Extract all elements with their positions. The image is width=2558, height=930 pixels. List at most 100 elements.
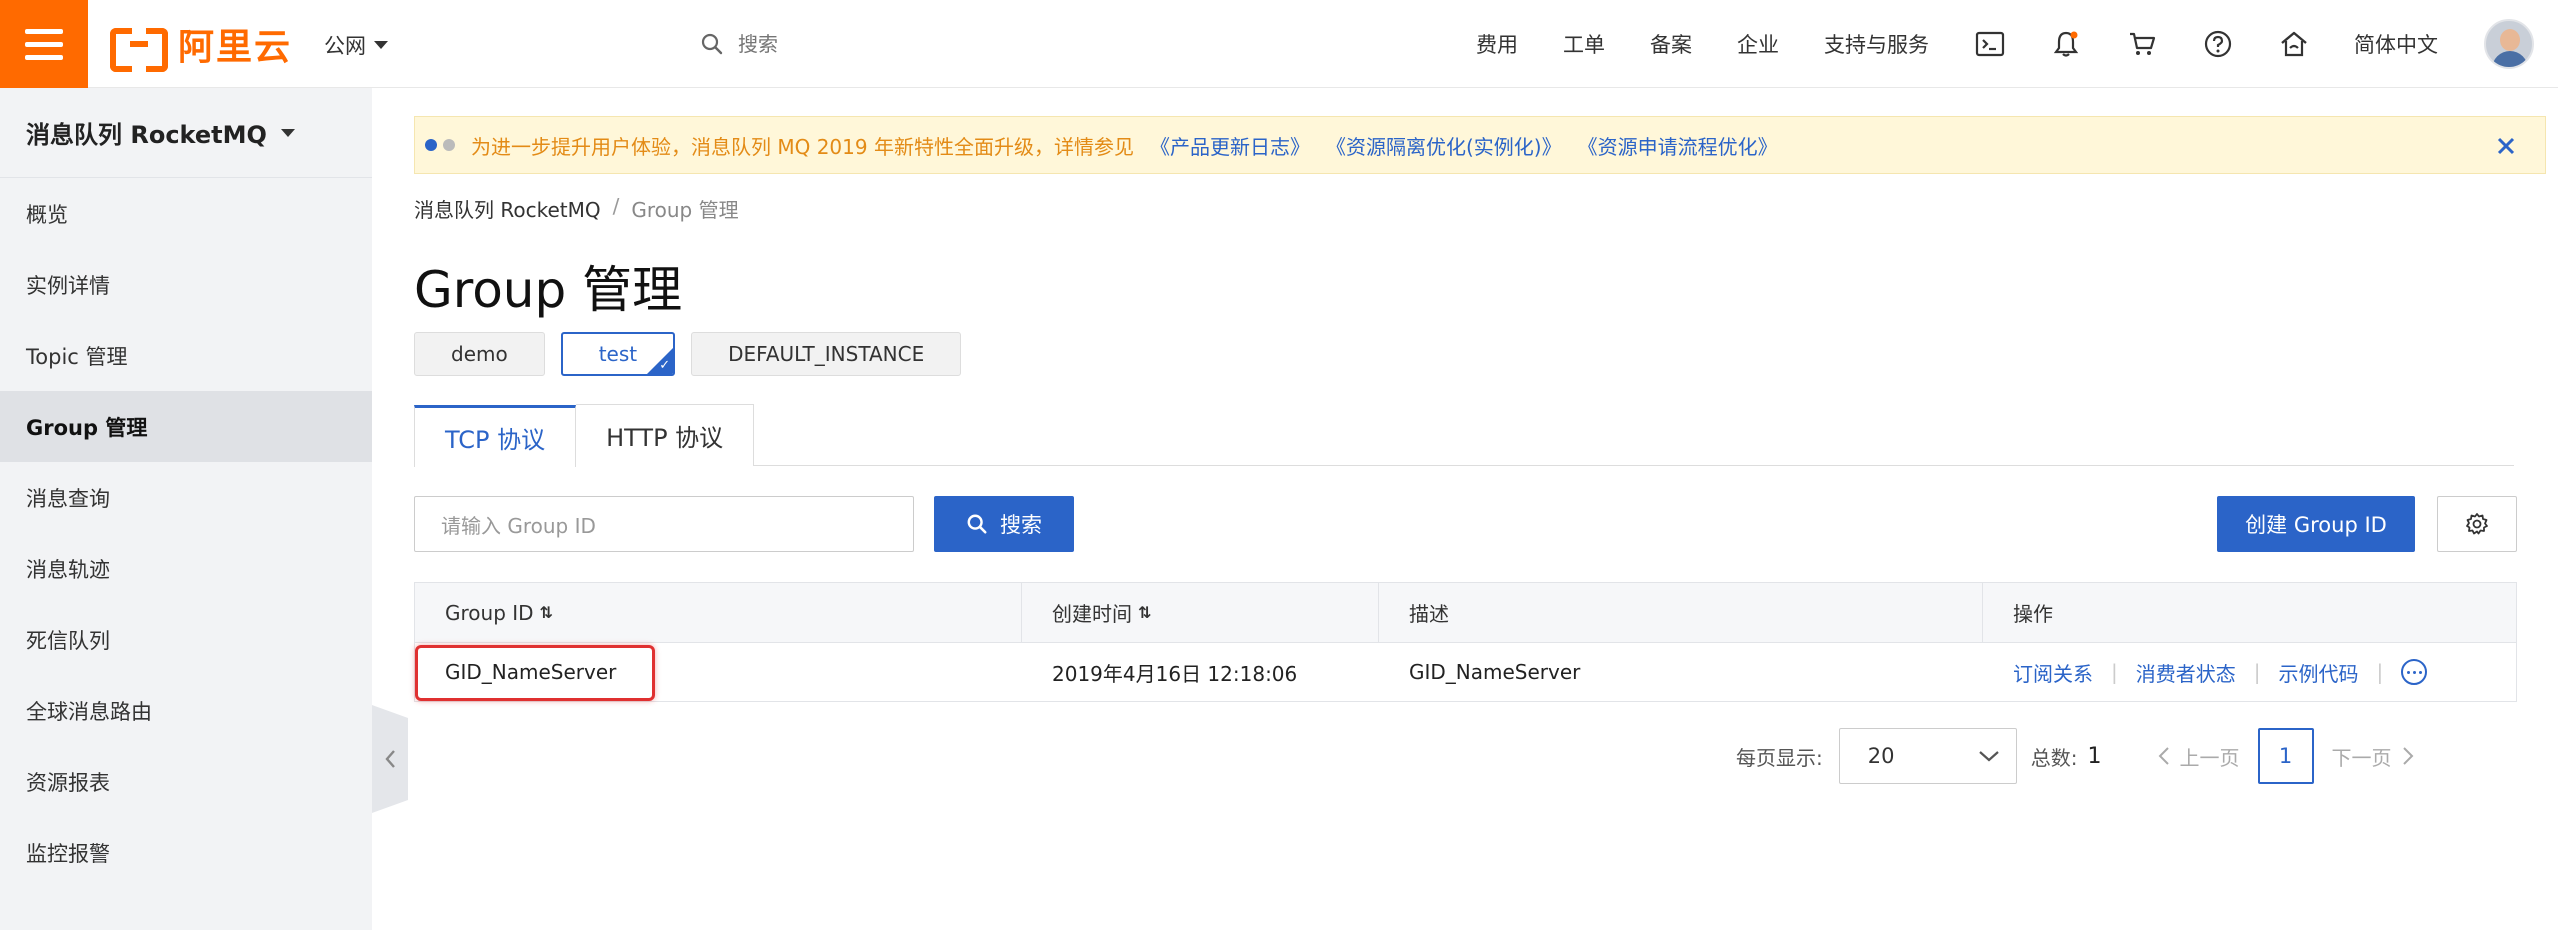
- sidebar-item-label: Topic 管理: [26, 344, 128, 369]
- instance-label: DEFAULT_INSTANCE: [728, 342, 925, 366]
- instance-demo[interactable]: demo: [414, 332, 545, 376]
- sidebar-item-message-trace[interactable]: 消息轨迹: [0, 533, 372, 604]
- product-title: 消息队列 RocketMQ: [26, 121, 267, 149]
- sidebar-item-global-routing[interactable]: 全球消息路由: [0, 675, 372, 746]
- create-group-button[interactable]: 创建 Group ID: [2217, 496, 2415, 552]
- next-page-label: 下一页: [2331, 745, 2392, 770]
- language-switch[interactable]: 简体中文: [2354, 29, 2438, 59]
- page-number-button[interactable]: 1: [2257, 728, 2314, 784]
- total-label: 总数:: [2030, 745, 2078, 770]
- divider: |: [2253, 660, 2261, 684]
- help-icon[interactable]: [2202, 28, 2234, 60]
- sidebar-item-dead-letter[interactable]: 死信队列: [0, 604, 372, 675]
- breadcrumb: 消息队列 RocketMQ / Group 管理: [414, 194, 739, 223]
- logo-text: 阿里云: [178, 27, 293, 68]
- region-selector[interactable]: 公网: [324, 30, 388, 60]
- column-label: 创建时间: [1052, 602, 1132, 626]
- column-description: 描述: [1379, 583, 1983, 642]
- more-icon[interactable]: [2401, 659, 2428, 685]
- product-switcher[interactable]: 消息队列 RocketMQ: [0, 88, 372, 178]
- column-label: 描述: [1409, 602, 1449, 626]
- page-size-value: 20: [1867, 744, 1895, 768]
- sidebar-item-label: Group 管理: [26, 415, 148, 440]
- column-label: Group ID: [445, 600, 534, 625]
- instance-default[interactable]: DEFAULT_INSTANCE: [691, 332, 962, 376]
- protocol-tabs: TCP 协议 HTTP 协议: [414, 404, 2514, 467]
- prev-page-label: 上一页: [2179, 745, 2240, 770]
- consumer-status-link[interactable]: 消费者状态: [2136, 658, 2236, 687]
- sidebar-item-label: 消息查询: [26, 486, 110, 511]
- global-search-input[interactable]: [738, 32, 1038, 56]
- close-icon[interactable]: [2491, 131, 2521, 161]
- nav-enterprise[interactable]: 企业: [1737, 29, 1779, 59]
- divider: |: [2111, 660, 2118, 684]
- column-actions: 操作: [1983, 583, 2516, 642]
- logo-mark-icon: [110, 24, 168, 72]
- cart-icon[interactable]: [2126, 28, 2158, 60]
- sidebar-item-label: 概览: [26, 202, 68, 227]
- breadcrumb-separator: /: [612, 194, 620, 218]
- toolbar: 请输入 Group ID 搜索 创建 Group ID: [414, 496, 2517, 552]
- settings-button[interactable]: [2437, 496, 2517, 552]
- sample-code-link[interactable]: 示例代码: [2279, 658, 2359, 687]
- chevron-right-icon: [2402, 747, 2413, 765]
- global-search[interactable]: [700, 26, 1060, 62]
- search-icon: [967, 514, 987, 534]
- column-group-id: Group ID ⇅: [415, 583, 1022, 642]
- sidebar-item-resource-report[interactable]: 资源报表: [0, 746, 372, 817]
- group-id-cell: GID_NameServer: [415, 643, 1022, 701]
- nav-billing[interactable]: 费用: [1476, 29, 1518, 59]
- tab-http[interactable]: HTTP 协议: [576, 404, 755, 466]
- top-nav: 费用 工单 备案 企业 支持与服务 简体中文: [1476, 0, 2558, 88]
- nav-support[interactable]: 支持与服务: [1824, 29, 1929, 59]
- prev-page-button[interactable]: 上一页: [2158, 742, 2240, 771]
- home-icon[interactable]: [2278, 28, 2310, 60]
- sidebar-item-monitoring[interactable]: 监控报警: [0, 817, 372, 888]
- sidebar-item-label: 全球消息路由: [26, 699, 152, 724]
- notice-link-changelog[interactable]: 《产品更新日志》: [1150, 131, 1310, 160]
- sidebar-item-topic[interactable]: Topic 管理: [0, 320, 372, 391]
- bell-icon[interactable]: [2050, 28, 2082, 60]
- column-created: 创建时间 ⇅: [1022, 583, 1379, 642]
- created-time-cell: 2019年4月16日 12:18:06: [1052, 661, 1298, 686]
- sidebar-item-group[interactable]: Group 管理: [0, 391, 372, 462]
- carousel-dot-active[interactable]: [425, 139, 437, 151]
- group-id-search-input[interactable]: 请输入 Group ID: [414, 496, 914, 552]
- search-button[interactable]: 搜索: [934, 496, 1074, 552]
- carousel-dot[interactable]: [443, 139, 455, 151]
- nav-tickets[interactable]: 工单: [1563, 29, 1605, 59]
- tab-tcp[interactable]: TCP 协议: [414, 405, 577, 467]
- top-bar: 阿里云 公网 费用 工单 备案 企业 支持与服务: [0, 0, 2558, 88]
- notice-text: 为进一步提升用户体验，消息队列 MQ 2019 年新特性全面升级，详情参见: [471, 134, 1134, 159]
- sidebar-collapse-handle[interactable]: [372, 705, 408, 813]
- carousel-dots[interactable]: [425, 139, 455, 151]
- page-size-label: 每页显示:: [1736, 745, 1823, 770]
- instance-label: test: [598, 342, 638, 366]
- sort-icon[interactable]: ⇅: [1138, 603, 1151, 622]
- caret-down-icon: [374, 41, 388, 49]
- table-row: GID_NameServer 2019年4月16日 12:18:06 GID_N…: [415, 643, 2516, 701]
- menu-icon[interactable]: [0, 0, 88, 88]
- avatar[interactable]: [2484, 19, 2534, 69]
- aliyun-logo[interactable]: 阿里云: [110, 22, 292, 72]
- breadcrumb-parent[interactable]: 消息队列 RocketMQ: [414, 194, 601, 223]
- sidebar-item-label: 监控报警: [26, 841, 110, 866]
- chevron-left-icon: [385, 750, 395, 768]
- nav-filing[interactable]: 备案: [1650, 29, 1692, 59]
- sidebar-item-label: 消息轨迹: [26, 557, 110, 582]
- sort-icon[interactable]: ⇅: [540, 603, 553, 622]
- check-icon: ✓: [659, 358, 671, 373]
- sidebar-item-instance-details[interactable]: 实例详情: [0, 249, 372, 320]
- page-size-select[interactable]: 20: [1838, 728, 2017, 784]
- sidebar-item-overview[interactable]: 概览: [0, 178, 372, 249]
- notice-link-apply-flow[interactable]: 《资源申请流程优化》: [1578, 131, 1778, 160]
- next-page-button[interactable]: 下一页: [2332, 742, 2414, 771]
- actions-cell: 订阅关系 | 消费者状态 | 示例代码 |: [1983, 643, 2516, 701]
- description-cell: GID_NameServer: [1409, 660, 1581, 684]
- instance-selector: demo test ✓ DEFAULT_INSTANCE: [414, 332, 962, 376]
- subscription-link[interactable]: 订阅关系: [2013, 658, 2093, 687]
- sidebar-item-message-query[interactable]: 消息查询: [0, 462, 372, 533]
- instance-test[interactable]: test ✓: [560, 332, 676, 376]
- terminal-icon[interactable]: [1974, 28, 2006, 60]
- notice-link-isolation[interactable]: 《资源隔离优化(实例化)》: [1326, 131, 1562, 160]
